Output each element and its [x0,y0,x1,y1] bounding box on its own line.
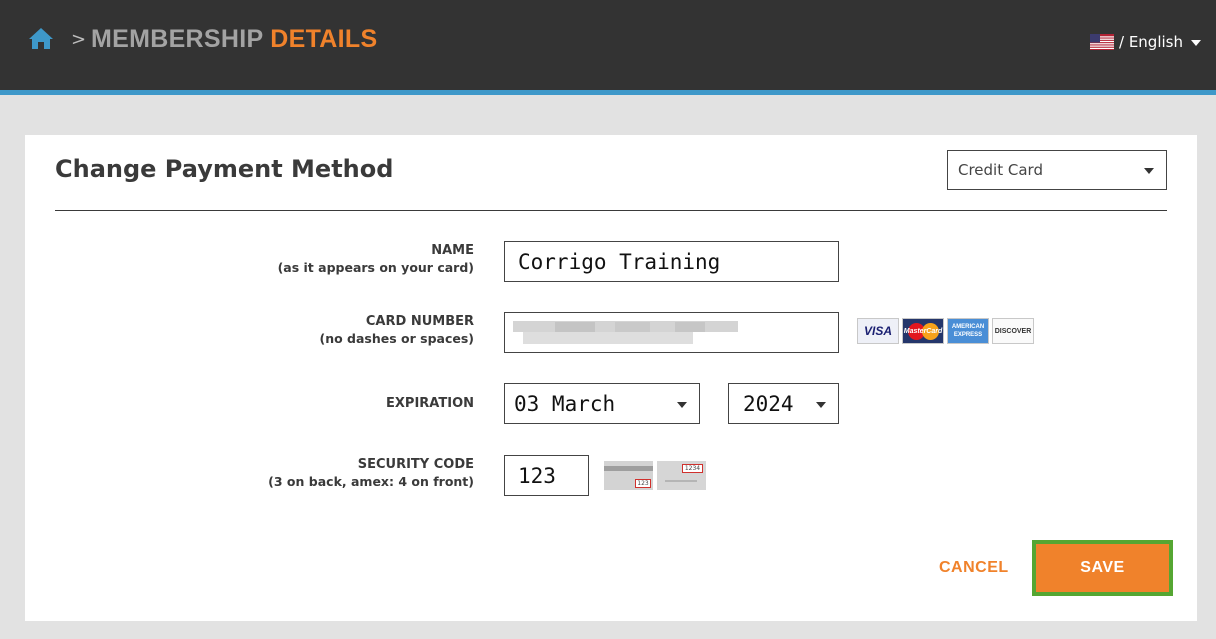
discover-logo-text: DISCOVER [994,327,1032,335]
name-label-sub: (as it appears on your card) [277,260,474,275]
amex-logo: AMERICAN EXPRESS [947,318,989,344]
chevron-down-icon [1190,40,1201,46]
mastercard-logo-text: MasterCard [903,327,943,335]
card-number-obscured-lower [523,332,693,344]
payment-method-value: Credit Card [958,161,1043,179]
expiration-year-select[interactable]: 2024 [728,383,839,424]
name-input-value: Corrigo Training [518,249,721,274]
card-number-obscured-chunk [555,322,595,332]
expiration-year-value: 2024 [743,391,794,416]
chevron-down-icon [677,402,687,408]
card-number-obscured-chunk [615,322,650,332]
cancel-button[interactable]: CANCEL [939,559,1009,577]
visa-logo-text: VISA [863,324,892,338]
page-title-main: MEMBERSHIP [91,25,264,53]
card-number-label-sub: (no dashes or spaces) [319,331,474,346]
expiration-label-main: EXPIRATION [386,396,474,411]
expiration-label: EXPIRATION [386,395,474,412]
security-code-input[interactable]: 123 [504,455,589,496]
expiration-month-select[interactable]: 03 March [504,383,700,424]
payment-method-select[interactable]: Credit Card [947,150,1167,190]
card-back-stripe [604,466,653,471]
card-number-input[interactable] [504,312,839,353]
card-back-hint-icon: 123 [604,461,653,490]
home-icon[interactable] [28,26,54,50]
security-code-value: 123 [518,463,556,488]
name-input[interactable]: Corrigo Training [504,241,839,282]
page-title: MEMBERSHIP DETAILS [91,25,377,54]
name-label: NAME (as it appears on your card) [278,242,474,276]
security-code-label: SECURITY CODE (3 on back, amex: 4 on fro… [268,456,474,490]
save-button[interactable]: SAVE [1032,540,1173,596]
card-front-cid: 1234 [682,464,703,473]
card-number-obscured-chunk [675,322,705,332]
card-title: Change Payment Method [55,155,394,183]
language-label: / English [1119,33,1183,51]
card-number-label-main: CARD NUMBER [365,314,474,329]
chevron-down-icon [1144,168,1154,174]
visa-logo: VISA [857,318,899,344]
chevron-down-icon [816,402,826,408]
us-flag-icon [1090,34,1114,50]
expiration-month-value: 03 March [514,391,616,416]
name-label-main: NAME [431,243,474,258]
page-title-accent: DETAILS [270,25,378,53]
card-back-cvv: 123 [635,479,651,488]
security-code-label-main: SECURITY CODE [357,457,474,472]
card-front-hint-icon: 1234 [657,461,706,490]
security-code-label-sub: (3 on back, amex: 4 on front) [268,474,474,489]
header-accent-line [0,90,1216,95]
language-selector[interactable]: / English [1090,33,1201,51]
discover-logo: DISCOVER [992,318,1034,344]
top-bar: > MEMBERSHIP DETAILS / English [0,0,1216,90]
divider [55,210,1167,211]
card-front-text-line [665,480,697,482]
mastercard-logo: MasterCard [902,318,944,344]
payment-card: Change Payment Method Credit Card NAME (… [25,135,1197,621]
amex-logo-text: AMERICAN EXPRESS [951,324,985,338]
breadcrumb-separator: > [71,29,87,50]
card-number-label: CARD NUMBER (no dashes or spaces) [319,313,474,347]
